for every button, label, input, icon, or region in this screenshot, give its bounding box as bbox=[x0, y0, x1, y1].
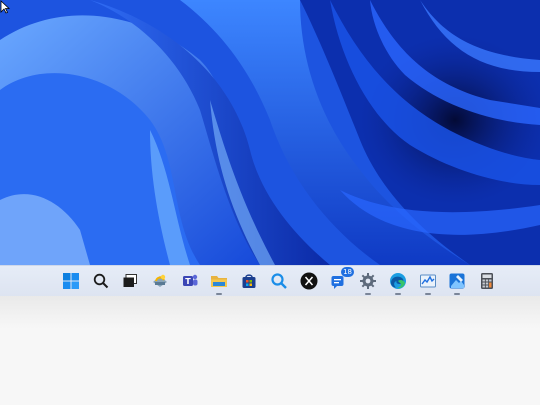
image-editor-icon bbox=[448, 272, 466, 290]
gear-icon bbox=[359, 272, 377, 290]
store-icon bbox=[240, 272, 258, 290]
taskbar-settings-button[interactable] bbox=[357, 270, 379, 295]
taskbar-edge-button[interactable] bbox=[387, 270, 409, 295]
taskbar-photo-editor-button[interactable] bbox=[446, 270, 468, 295]
running-indicator bbox=[365, 293, 371, 295]
taskbar: T 18 bbox=[0, 265, 540, 296]
notification-count-badge: 18 bbox=[341, 267, 354, 277]
desktop: T 18 bbox=[0, 0, 540, 405]
taskbar-widgets-button[interactable] bbox=[149, 270, 171, 292]
search-icon bbox=[93, 273, 109, 289]
empty-area bbox=[0, 296, 540, 405]
svg-text:T: T bbox=[185, 277, 191, 286]
x-logo-icon bbox=[300, 272, 318, 290]
calculator-icon bbox=[479, 272, 495, 290]
taskbar-x-button[interactable] bbox=[298, 270, 320, 292]
taskbar-file-explorer-button[interactable] bbox=[208, 270, 230, 295]
taskbar-notifications-app-button[interactable]: 18 bbox=[328, 267, 354, 292]
teams-icon: T bbox=[181, 272, 199, 290]
taskbar-resource-monitor-button[interactable] bbox=[417, 270, 439, 295]
taskbar-start-button[interactable] bbox=[60, 270, 82, 292]
folder-icon bbox=[210, 273, 228, 289]
desktop-wallpaper bbox=[0, 0, 540, 265]
windows-logo-icon bbox=[63, 273, 79, 289]
taskbar-task-view-button[interactable] bbox=[119, 270, 141, 292]
magnifier-icon bbox=[270, 272, 288, 290]
taskbar-search-button[interactable] bbox=[90, 270, 112, 292]
running-indicator bbox=[425, 293, 431, 295]
taskbar-microsoft-store-button[interactable] bbox=[238, 270, 260, 292]
task-view-icon bbox=[122, 273, 138, 289]
running-indicator bbox=[395, 293, 401, 295]
running-indicator bbox=[216, 293, 222, 295]
taskbar-teams-button[interactable]: T bbox=[179, 270, 201, 292]
performance-chart-icon bbox=[419, 272, 437, 290]
edge-icon bbox=[389, 272, 407, 290]
running-indicator bbox=[454, 293, 460, 295]
widgets-icon bbox=[151, 272, 169, 290]
mouse-pointer-icon bbox=[0, 0, 10, 14]
taskbar-search-app-button[interactable] bbox=[268, 270, 290, 292]
taskbar-calculator-button[interactable] bbox=[476, 270, 498, 292]
